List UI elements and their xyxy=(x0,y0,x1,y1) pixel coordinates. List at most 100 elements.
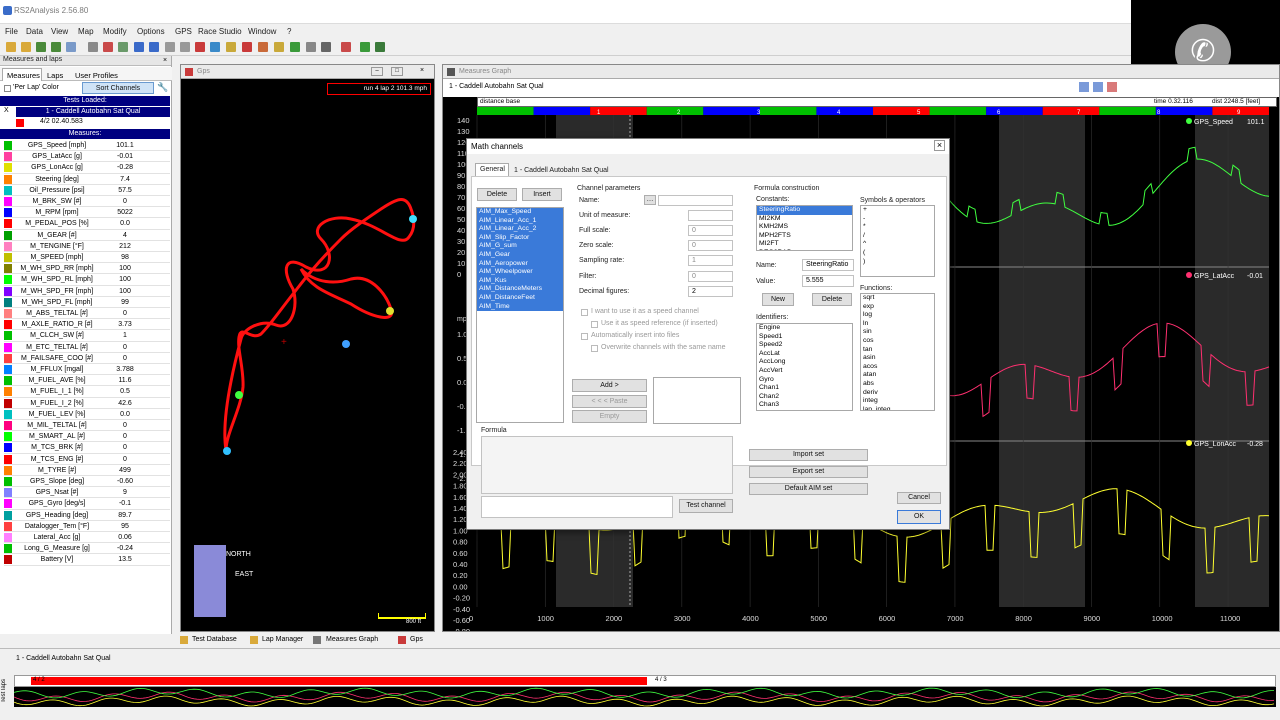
measure-color-swatch[interactable] xyxy=(4,275,12,285)
paste-button[interactable]: < < < Paste xyxy=(572,395,647,408)
settings-icon[interactable] xyxy=(258,42,268,52)
measure-color-swatch[interactable] xyxy=(4,365,12,374)
identifier-item[interactable]: AccLong xyxy=(757,358,852,367)
measure-color-swatch[interactable] xyxy=(4,432,12,442)
measure-color-swatch[interactable] xyxy=(4,320,12,330)
default-aim-set-button[interactable]: Default AIM set xyxy=(749,483,868,495)
measure-color-swatch[interactable] xyxy=(4,454,12,464)
sampling-rate-select[interactable]: 1 xyxy=(688,255,733,266)
test-channel-button[interactable]: Test channel xyxy=(679,499,733,513)
tab-measures[interactable]: Measures xyxy=(7,71,40,80)
measure-color-swatch[interactable] xyxy=(4,387,12,397)
channel-list-item[interactable]: AIM_Wheelpower xyxy=(477,268,563,277)
measure-row[interactable]: M_FUEL_AVE [%] 11.6 xyxy=(4,375,170,387)
identifier-item[interactable]: AccVert xyxy=(757,367,852,376)
constant-item[interactable]: MPH2FTS xyxy=(757,232,852,241)
grid-icon[interactable] xyxy=(180,42,190,52)
measure-row[interactable]: M_WH_SPD_RR [mph] 100 xyxy=(4,263,170,275)
delete-constant-button[interactable]: Delete xyxy=(812,293,852,306)
function-item[interactable]: sqrt xyxy=(861,294,934,303)
const-value-field[interactable]: 5.555 xyxy=(802,275,854,287)
name-field[interactable] xyxy=(658,195,733,206)
measure-row[interactable]: M_PEDAL_POS [%] 0.0 xyxy=(4,218,170,230)
channel-list-item[interactable]: AIM_Time xyxy=(477,302,563,312)
test-name[interactable]: 1 - Caddell Autobahn Sat Qual xyxy=(16,107,170,117)
close-icon[interactable]: × xyxy=(416,67,428,76)
minimize-icon[interactable]: – xyxy=(371,67,383,76)
function-item[interactable]: sin xyxy=(861,328,934,337)
measure-color-swatch[interactable] xyxy=(4,376,12,386)
math-icon[interactable] xyxy=(341,42,351,52)
measure-row[interactable]: M_TCS_ENG [#] 0 xyxy=(4,454,170,465)
tab-gps[interactable]: Gps xyxy=(410,636,423,643)
function-item[interactable]: atan xyxy=(861,371,934,380)
lap-time[interactable]: 4/2 02.40.583 xyxy=(40,118,83,125)
function-item[interactable]: acos xyxy=(861,363,934,372)
export-icon[interactable] xyxy=(51,42,61,52)
functions-list[interactable]: sqrt exp log ln sin cos tan asin acos atan abs deri… xyxy=(860,293,935,411)
measure-color-swatch[interactable] xyxy=(4,152,12,162)
symbols-list[interactable]: + - * / ^() xyxy=(860,205,935,277)
identifier-item[interactable]: Chan2 xyxy=(757,393,852,402)
wrench-icon[interactable]: 🔧 xyxy=(157,82,169,94)
function-item[interactable]: deriv xyxy=(861,389,934,398)
tab-test-database[interactable]: Test Database xyxy=(192,636,237,643)
tab-laps[interactable]: Laps xyxy=(47,71,63,80)
folder-icon[interactable] xyxy=(274,42,284,52)
menu-view[interactable]: View xyxy=(51,27,68,36)
measure-row[interactable]: M_TCS_BRK [#] 0 xyxy=(4,442,170,454)
identifier-item[interactable]: Chan3 xyxy=(757,401,852,410)
measure-row[interactable]: Long_G_Measure [g] -0.24 xyxy=(4,543,170,555)
measure-icon[interactable] xyxy=(134,42,144,52)
function-item[interactable]: asin xyxy=(861,354,934,363)
measure-row[interactable]: M_FUEL_LEV [%] 0.0 xyxy=(4,409,170,420)
new-constant-button[interactable]: New xyxy=(762,293,794,306)
channel-list[interactable]: AIM_Max_Speed AIM_Linear_Acc_1 AIM_Linear_… xyxy=(476,207,564,423)
measure-color-swatch[interactable] xyxy=(4,488,12,498)
measure-color-swatch[interactable] xyxy=(4,163,12,173)
channel-list-item[interactable]: AIM_DistanceFeet xyxy=(477,293,563,303)
measure-row[interactable]: Steering [deg] 7.4 xyxy=(4,174,170,185)
menu-window[interactable]: Window xyxy=(248,27,276,36)
import-icon[interactable] xyxy=(36,42,46,52)
identifier-item[interactable]: Gyro xyxy=(757,376,852,385)
measure-color-swatch[interactable] xyxy=(4,443,12,453)
measure-row[interactable]: Datalogger_Tem [°F] 95 xyxy=(4,521,170,532)
measure-row[interactable]: Oil_Pressure [psi] 57.5 xyxy=(4,185,170,196)
browse-button[interactable]: … xyxy=(644,195,656,205)
zoom-out-icon[interactable] xyxy=(1093,82,1103,92)
measure-color-swatch[interactable] xyxy=(4,141,12,150)
remove-test-icon[interactable]: X xyxy=(4,107,14,117)
marker-icon[interactable] xyxy=(1107,82,1117,92)
overwrite-checkbox[interactable] xyxy=(591,345,598,352)
tab-measures-graph[interactable]: Measures Graph xyxy=(326,636,378,643)
measure-color-swatch[interactable] xyxy=(4,353,12,363)
symbol-item[interactable]: + xyxy=(861,206,934,215)
measure-row[interactable]: M_ABS_TELTAL [#] 0 xyxy=(4,308,170,320)
measure-row[interactable]: GPS_Gyro [deg/s] -0.1 xyxy=(4,498,170,510)
measure-row[interactable]: M_FAILSAFE_COO [#] 0 xyxy=(4,353,170,364)
identifier-item[interactable]: Speed1 xyxy=(757,333,852,342)
channel-list-item[interactable]: AIM_G_sum xyxy=(477,242,563,251)
identifier-item[interactable]: AccLat xyxy=(757,350,852,359)
export-excel-icon[interactable] xyxy=(375,42,385,52)
channel-list-item[interactable]: AIM_Gear xyxy=(477,250,563,260)
empty-button[interactable]: Empty xyxy=(572,410,647,423)
download-icon[interactable] xyxy=(66,42,76,52)
function-item[interactable]: cos xyxy=(861,337,934,346)
constant-item[interactable]: SteeringRatio xyxy=(757,206,852,215)
constants-list[interactable]: SteeringRatioMI2KMKMH2MSMPH2FTSMI2FTDEG2… xyxy=(756,205,853,251)
chart2-icon[interactable] xyxy=(118,42,128,52)
measure-row[interactable]: M_MIL_TELTAL [#] 0 xyxy=(4,420,170,432)
sort-channels-button[interactable]: Sort Channels xyxy=(82,82,154,94)
channel-list-item[interactable]: AIM_DistanceMeters xyxy=(477,285,563,294)
function-item[interactable]: ln xyxy=(861,320,934,329)
ok-button[interactable]: OK xyxy=(897,510,941,524)
measure-row[interactable]: M_FUEL_I_1 [%] 0.5 xyxy=(4,386,170,398)
zoom-icon[interactable] xyxy=(1079,82,1089,92)
measure-color-swatch[interactable] xyxy=(4,309,12,318)
cancel-button[interactable]: Cancel xyxy=(897,492,941,504)
tool-icon[interactable] xyxy=(226,42,236,52)
function-item[interactable]: lap_integ xyxy=(861,406,934,410)
measure-color-swatch[interactable] xyxy=(4,342,12,352)
